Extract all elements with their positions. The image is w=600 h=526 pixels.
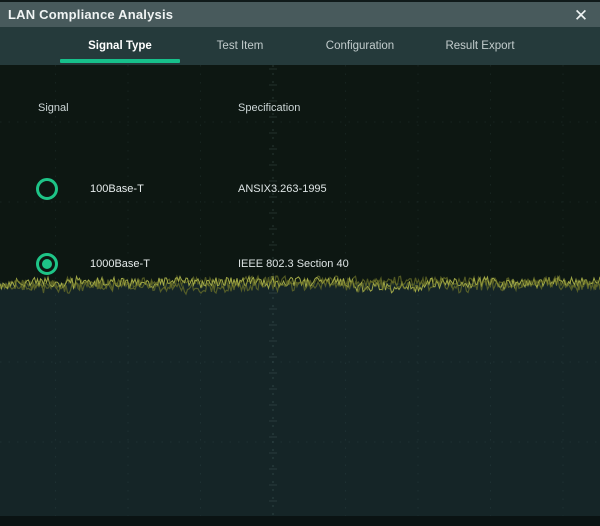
- tab-label: Result Export: [445, 40, 514, 52]
- tab-label: Signal Type: [88, 40, 152, 52]
- bottom-strip: [0, 516, 600, 526]
- radio-100base-t[interactable]: [36, 178, 58, 200]
- signal-label: 100Base-T: [90, 182, 144, 196]
- radio-1000base-t[interactable]: [36, 253, 58, 275]
- title-bar: LAN Compliance Analysis ✕: [0, 0, 600, 27]
- specification-label: ANSIX3.263-1995: [238, 182, 327, 196]
- tab-label: Test Item: [217, 40, 264, 52]
- specification-label: IEEE 802.3 Section 40: [238, 257, 349, 271]
- tab-group: Signal Type Test Item Configuration Resu…: [60, 27, 540, 65]
- tab-test-item[interactable]: Test Item: [180, 27, 300, 65]
- tab-label: Configuration: [326, 40, 394, 52]
- table-row-100base-t[interactable]: 100Base-T ANSIX3.263-1995: [0, 177, 600, 201]
- signal-type-page: Signal Specification 100Base-T ANSIX3.26…: [0, 65, 600, 516]
- column-header-specification: Specification: [238, 101, 300, 115]
- lan-compliance-dialog: LAN Compliance Analysis ✕ Signal Type Te…: [0, 0, 600, 526]
- close-icon[interactable]: ✕: [566, 4, 596, 28]
- signal-label: 1000Base-T: [90, 257, 150, 271]
- dialog-title: LAN Compliance Analysis: [0, 7, 173, 22]
- tab-result-export[interactable]: Result Export: [420, 27, 540, 65]
- tab-configuration[interactable]: Configuration: [300, 27, 420, 65]
- tab-bar: Signal Type Test Item Configuration Resu…: [0, 27, 600, 65]
- table-row-1000base-t[interactable]: 1000Base-T IEEE 802.3 Section 40: [0, 252, 600, 276]
- column-header-signal: Signal: [38, 101, 69, 115]
- graticule-and-waveform: [0, 65, 600, 516]
- tab-signal-type[interactable]: Signal Type: [60, 27, 180, 65]
